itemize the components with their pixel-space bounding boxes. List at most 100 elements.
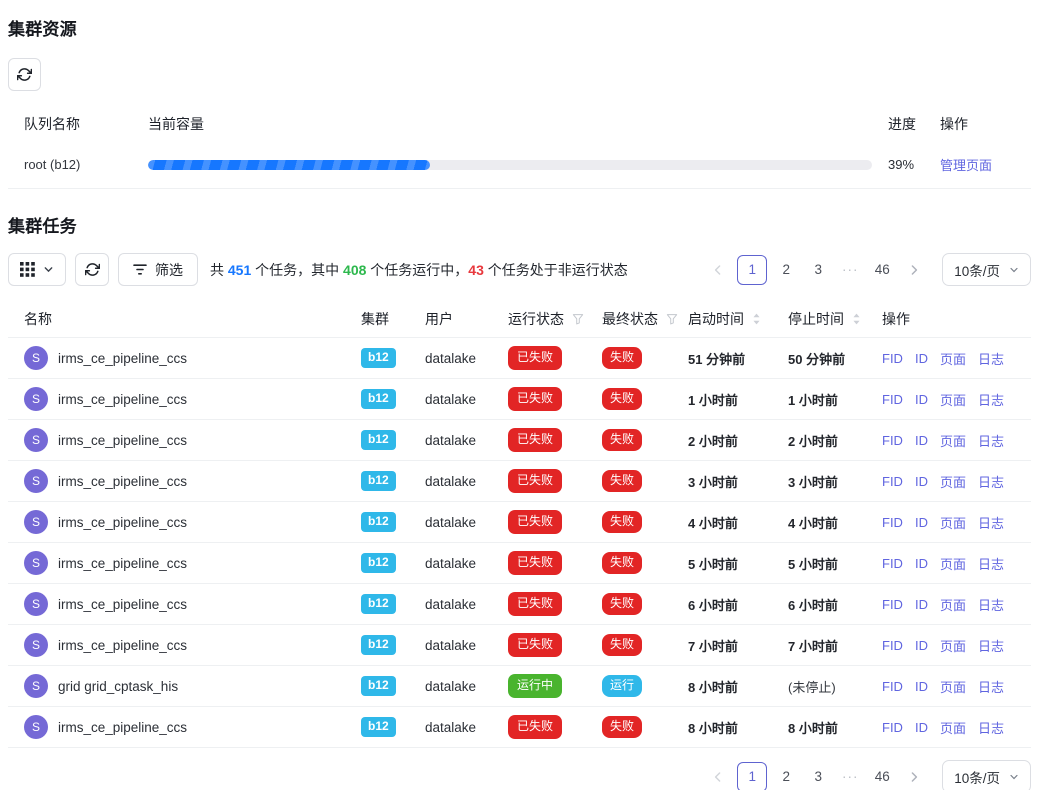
- action-link-id[interactable]: ID: [915, 556, 928, 571]
- tasks-toolbar: 筛选 共 451 个任务，其中 408 个任务运行中，43 个任务处于非运行状态…: [8, 253, 1031, 286]
- prev-page-icon[interactable]: [705, 255, 731, 285]
- page-ellipsis[interactable]: ···: [837, 255, 863, 285]
- row-actions: FID ID 页面日志: [882, 513, 1031, 532]
- page-button-1[interactable]: 1: [737, 762, 767, 790]
- action-link-日志[interactable]: 日志: [978, 431, 1004, 450]
- action-link-页面[interactable]: 页面: [940, 349, 966, 368]
- action-link-日志[interactable]: 日志: [978, 554, 1004, 573]
- action-link-id[interactable]: ID: [915, 433, 928, 448]
- sorter-icon[interactable]: [852, 312, 861, 326]
- tasks-table: 名称 集群 用户 运行状态 最终状态 启动时间: [8, 300, 1031, 748]
- table-row: S grid grid_cptask_his b12 datalake 运行中 …: [8, 666, 1031, 707]
- action-link-fid[interactable]: FID: [882, 433, 903, 448]
- table-row: S irms_ce_pipeline_ccs b12 datalake 已失败 …: [8, 707, 1031, 748]
- filter-funnel-icon[interactable]: [666, 313, 678, 325]
- prev-page-icon[interactable]: [705, 762, 731, 790]
- user-name: datalake: [425, 474, 508, 489]
- action-link-页面[interactable]: 页面: [940, 554, 966, 573]
- refresh-resources-button[interactable]: [8, 58, 41, 91]
- avatar: S: [24, 551, 48, 575]
- page-button-46[interactable]: 46: [869, 255, 895, 285]
- action-link-页面[interactable]: 页面: [940, 513, 966, 532]
- table-row: S irms_ce_pipeline_ccs b12 datalake 已失败 …: [8, 461, 1031, 502]
- manage-page-link[interactable]: 管理页面: [940, 158, 992, 173]
- action-link-页面[interactable]: 页面: [940, 431, 966, 450]
- action-link-页面[interactable]: 页面: [940, 472, 966, 491]
- summary-text: 个任务，其中: [251, 262, 343, 278]
- table-row: S irms_ce_pipeline_ccs b12 datalake 已失败 …: [8, 502, 1031, 543]
- action-link-fid[interactable]: FID: [882, 351, 903, 366]
- page-ellipsis[interactable]: ···: [837, 762, 863, 790]
- action-link-日志[interactable]: 日志: [978, 636, 1004, 655]
- action-link-页面[interactable]: 页面: [940, 636, 966, 655]
- action-link-id[interactable]: ID: [915, 638, 928, 653]
- action-link-fid[interactable]: FID: [882, 515, 903, 530]
- action-link-日志[interactable]: 日志: [978, 513, 1004, 532]
- action-link-fid[interactable]: FID: [882, 392, 903, 407]
- avatar: S: [24, 633, 48, 657]
- page-size-select[interactable]: 10条/页: [942, 760, 1031, 790]
- row-actions: FID ID 页面日志: [882, 718, 1031, 737]
- action-link-日志[interactable]: 日志: [978, 390, 1004, 409]
- col-header-queue: 队列名称: [24, 114, 148, 134]
- action-link-id[interactable]: ID: [915, 474, 928, 489]
- page-button-3[interactable]: 3: [805, 762, 831, 790]
- action-link-日志[interactable]: 日志: [978, 349, 1004, 368]
- action-link-页面[interactable]: 页面: [940, 595, 966, 614]
- stop-time: 50 分钟前: [788, 349, 882, 368]
- task-name: grid grid_cptask_his: [58, 679, 178, 694]
- action-link-日志[interactable]: 日志: [978, 472, 1004, 491]
- capacity-progress-bar: [148, 160, 888, 170]
- action-link-id[interactable]: ID: [915, 515, 928, 530]
- avatar: S: [24, 469, 48, 493]
- action-link-fid[interactable]: FID: [882, 679, 903, 694]
- cluster-tag: b12: [361, 635, 396, 655]
- final-status-badge: 运行: [602, 675, 642, 697]
- page-button-3[interactable]: 3: [805, 255, 831, 285]
- page-size-select[interactable]: 10条/页: [942, 253, 1031, 286]
- cluster-tag: b12: [361, 430, 396, 450]
- page-button-2[interactable]: 2: [773, 762, 799, 790]
- avatar-letter: S: [32, 638, 40, 652]
- action-link-页面[interactable]: 页面: [940, 390, 966, 409]
- pagination-bottom: 1 2 3 ··· 46 10条/页: [702, 760, 1031, 790]
- action-link-日志[interactable]: 日志: [978, 677, 1004, 696]
- run-status-badge: 已失败: [508, 428, 562, 452]
- action-link-fid[interactable]: FID: [882, 474, 903, 489]
- table-row: S irms_ce_pipeline_ccs b12 datalake 已失败 …: [8, 625, 1031, 666]
- next-page-icon[interactable]: [901, 762, 927, 790]
- action-link-id[interactable]: ID: [915, 392, 928, 407]
- progress-track: [148, 160, 872, 170]
- action-link-日志[interactable]: 日志: [978, 718, 1004, 737]
- page-button-1[interactable]: 1: [737, 255, 767, 285]
- action-link-日志[interactable]: 日志: [978, 595, 1004, 614]
- action-link-id[interactable]: ID: [915, 679, 928, 694]
- sorter-icon[interactable]: [752, 312, 761, 326]
- action-link-id[interactable]: ID: [915, 351, 928, 366]
- refresh-tasks-button[interactable]: [75, 253, 109, 286]
- avatar-letter: S: [32, 556, 40, 570]
- action-link-id[interactable]: ID: [915, 720, 928, 735]
- action-link-fid[interactable]: FID: [882, 597, 903, 612]
- layout-dropdown-button[interactable]: [8, 253, 66, 286]
- filter-button[interactable]: 筛选: [118, 253, 198, 286]
- filter-funnel-icon[interactable]: [572, 313, 584, 325]
- row-actions: FID ID 页面日志: [882, 349, 1031, 368]
- page-button-46[interactable]: 46: [869, 762, 895, 790]
- run-status-badge: 已失败: [508, 551, 562, 575]
- tasks-footer: 1 2 3 ··· 46 10条/页: [8, 760, 1031, 790]
- stop-time: 2 小时前: [788, 431, 882, 450]
- action-link-fid[interactable]: FID: [882, 720, 903, 735]
- avatar-letter: S: [32, 433, 40, 447]
- action-link-id[interactable]: ID: [915, 597, 928, 612]
- action-link-页面[interactable]: 页面: [940, 677, 966, 696]
- action-link-fid[interactable]: FID: [882, 556, 903, 571]
- next-page-icon[interactable]: [901, 255, 927, 285]
- row-actions: FID ID 页面日志: [882, 636, 1031, 655]
- page-size-label: 10条/页: [954, 767, 1000, 787]
- queue-name: root (b12): [24, 157, 148, 172]
- action-link-页面[interactable]: 页面: [940, 718, 966, 737]
- page-button-2[interactable]: 2: [773, 255, 799, 285]
- cluster-tasks-title: 集群任务: [8, 212, 1031, 237]
- action-link-fid[interactable]: FID: [882, 638, 903, 653]
